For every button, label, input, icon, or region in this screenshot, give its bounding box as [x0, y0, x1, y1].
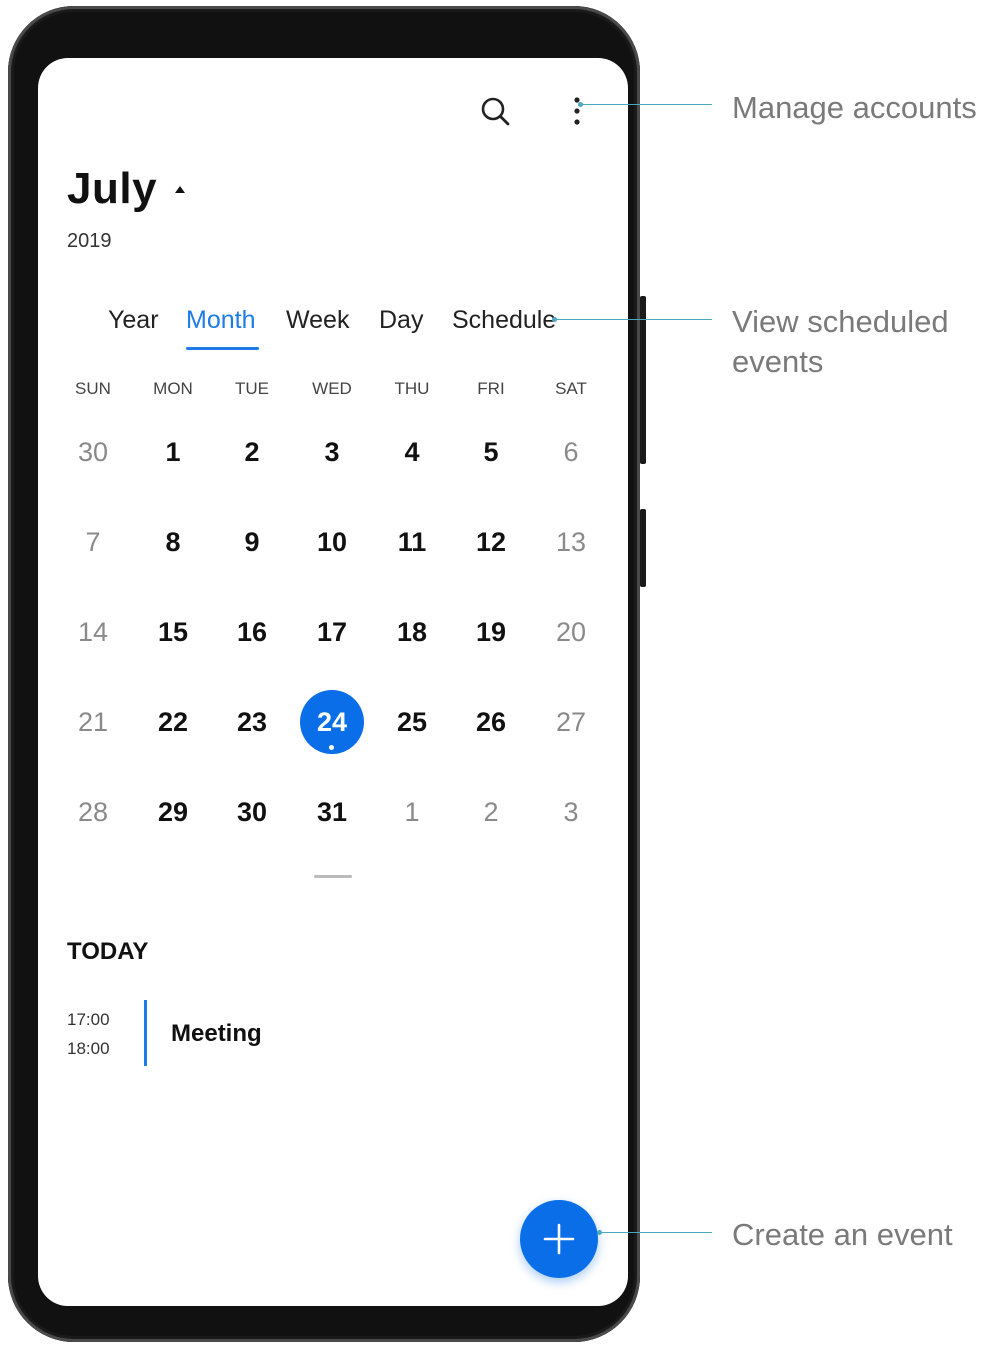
caret-up-icon[interactable] — [175, 186, 185, 193]
calendar-day[interactable]: 7 — [61, 522, 125, 562]
calendar-day[interactable]: 25 — [380, 702, 444, 742]
calendar-day[interactable]: 11 — [380, 522, 444, 562]
calendar-day[interactable]: 8 — [141, 522, 205, 562]
weekday-header: WED — [312, 379, 352, 398]
tab-month[interactable]: Month — [186, 306, 255, 335]
volume-button — [640, 296, 646, 464]
calendar-day[interactable]: 21 — [61, 702, 125, 742]
callout-line — [555, 319, 712, 320]
calendar-day[interactable]: 22 — [141, 702, 205, 742]
callout-manage-accounts: Manage accounts — [732, 90, 977, 125]
tab-day[interactable]: Day — [379, 306, 423, 335]
today-heading: TODAY — [67, 938, 149, 965]
drag-handle[interactable] — [314, 875, 352, 878]
calendar-day[interactable]: 28 — [61, 792, 125, 832]
event-end-time: 18:00 — [67, 1039, 110, 1058]
weekday-header: FRI — [477, 379, 505, 398]
callout-line — [581, 104, 712, 105]
calendar-day[interactable]: 6 — [539, 432, 603, 472]
calendar-day[interactable]: 14 — [61, 612, 125, 652]
power-button — [640, 509, 646, 587]
weekday-header: TUE — [235, 379, 269, 398]
calendar-day[interactable]: 2 — [459, 792, 523, 832]
calendar-day[interactable]: 30 — [220, 792, 284, 832]
view-tabs: Year Month Week Day Schedule — [38, 306, 628, 354]
calendar-day[interactable]: 13 — [539, 522, 603, 562]
calendar-day[interactable]: 9 — [220, 522, 284, 562]
event-indicator-dot — [329, 745, 334, 750]
calendar-day[interactable]: 23 — [220, 702, 284, 742]
plus-icon — [543, 1223, 575, 1255]
calendar-day[interactable]: 30 — [61, 432, 125, 472]
weekday-header: THU — [394, 379, 430, 398]
calendar-day[interactable]: 27 — [539, 702, 603, 742]
calendar-day[interactable]: 16 — [220, 612, 284, 652]
calendar-screen: July 2019 Year Month Week Day Schedule S… — [38, 58, 628, 1306]
calendar-day[interactable]: 19 — [459, 612, 523, 652]
tab-schedule[interactable]: Schedule — [452, 306, 556, 335]
weekday-header: SAT — [555, 379, 587, 398]
calendar-day[interactable]: 10 — [300, 522, 364, 562]
calendar-day[interactable]: 12 — [459, 522, 523, 562]
phone-frame: July 2019 Year Month Week Day Schedule S… — [8, 6, 646, 1342]
calendar-day[interactable]: 18 — [380, 612, 444, 652]
event-color-bar — [144, 1000, 147, 1066]
calendar-day[interactable]: 26 — [459, 702, 523, 742]
year-label: 2019 — [67, 230, 112, 252]
month-title[interactable]: July — [67, 164, 157, 214]
calendar-day[interactable]: 5 — [459, 432, 523, 472]
more-vertical-icon[interactable] — [565, 94, 589, 130]
weekday-header: SUN — [75, 379, 111, 398]
callout-create-event: Create an event — [732, 1217, 953, 1252]
weekday-header: MON — [153, 379, 193, 398]
callout-view-scheduled: View scheduled — [732, 304, 949, 339]
callout-line — [600, 1232, 712, 1233]
calendar-day[interactable]: 1 — [380, 792, 444, 832]
calendar-day[interactable]: 20 — [539, 612, 603, 652]
calendar-day[interactable]: 4 — [380, 432, 444, 472]
callout-view-scheduled-2: events — [732, 344, 824, 379]
calendar-day-selected[interactable]: 24 — [300, 702, 364, 742]
event-start-time: 17:00 — [67, 1010, 110, 1029]
calendar-day[interactable]: 31 — [300, 792, 364, 832]
active-tab-indicator — [186, 347, 259, 350]
calendar-day[interactable]: 3 — [300, 432, 364, 472]
calendar-day[interactable]: 3 — [539, 792, 603, 832]
add-event-button[interactable] — [520, 1200, 598, 1278]
calendar-day[interactable]: 29 — [141, 792, 205, 832]
calendar-day[interactable]: 2 — [220, 432, 284, 472]
event-title[interactable]: Meeting — [171, 1020, 262, 1048]
search-icon[interactable] — [478, 94, 514, 130]
tab-week[interactable]: Week — [286, 306, 349, 335]
calendar-day[interactable]: 17 — [300, 612, 364, 652]
calendar-day[interactable]: 1 — [141, 432, 205, 472]
calendar-day[interactable]: 15 — [141, 612, 205, 652]
tab-year[interactable]: Year — [108, 306, 159, 335]
